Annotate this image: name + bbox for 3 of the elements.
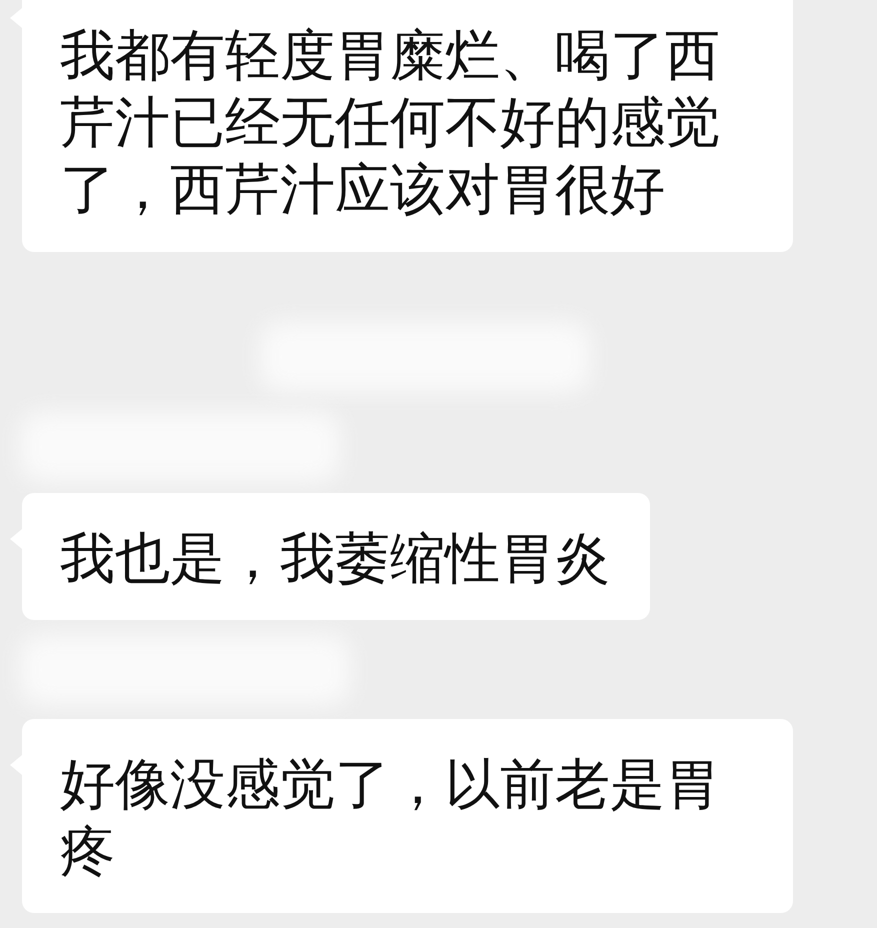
message-text: 我也是，我萎缩性胃炎 bbox=[60, 525, 610, 592]
message-text: 我都有轻度胃糜烂、喝了西芹汁已经无任何不好的感觉了，西芹汁应该对胃很好 bbox=[60, 22, 721, 223]
message-text: 好像没感觉了，以前老是胃疼 bbox=[60, 751, 721, 885]
